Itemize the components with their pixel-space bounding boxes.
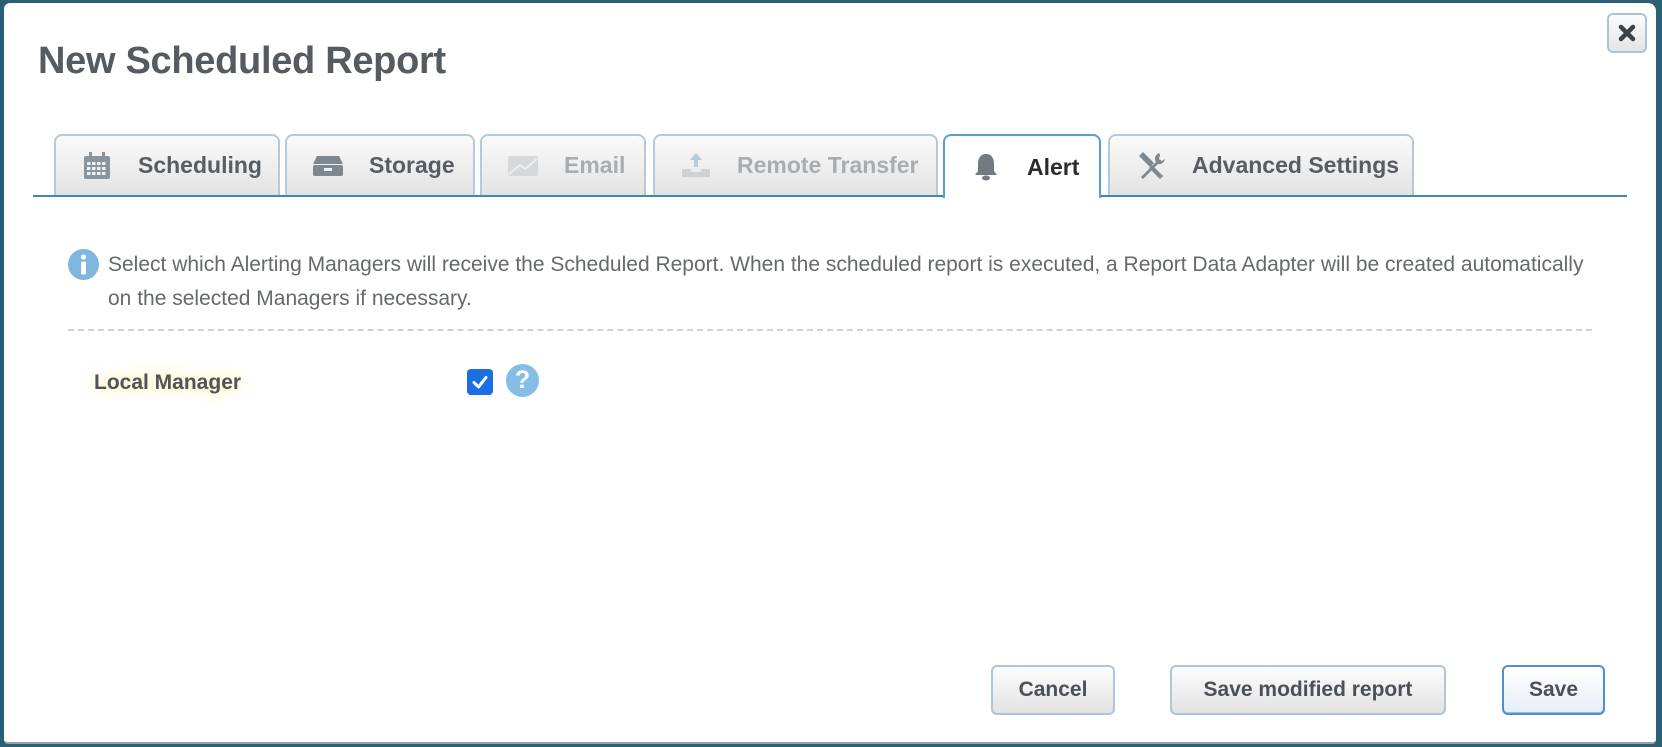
save-modified-report-button[interactable]: Save modified report xyxy=(1170,665,1446,715)
tab-label: Alert xyxy=(1027,153,1080,180)
tab-label: Storage xyxy=(369,152,455,178)
tab-storage[interactable]: Storage xyxy=(285,134,475,195)
envelope-icon xyxy=(506,151,540,181)
close-icon xyxy=(1618,24,1636,42)
drawer-icon xyxy=(311,151,345,181)
info-text: Select which Alerting Managers will rece… xyxy=(108,253,1584,310)
tab-label: Remote Transfer xyxy=(737,152,919,178)
save-button[interactable]: Save xyxy=(1502,665,1605,715)
upload-tray-icon xyxy=(679,151,713,181)
dialog-title: New Scheduled Report xyxy=(38,40,446,82)
tab-email[interactable]: Email xyxy=(480,134,646,195)
close-button[interactable] xyxy=(1607,13,1647,53)
checkmark-icon xyxy=(472,376,488,389)
tab-advanced-settings[interactable]: Advanced Settings xyxy=(1108,134,1414,195)
help-icon[interactable]: ? xyxy=(506,364,539,397)
tools-icon xyxy=(1134,151,1168,181)
bell-icon xyxy=(969,152,1003,182)
tab-bar-underline xyxy=(33,195,1627,197)
tab-label: Email xyxy=(564,152,626,178)
info-icon xyxy=(68,249,99,280)
tab-label: Advanced Settings xyxy=(1192,152,1400,178)
local-manager-label: Local Manager xyxy=(94,371,242,394)
calendar-icon xyxy=(80,151,114,181)
tab-remote-transfer[interactable]: Remote Transfer xyxy=(653,134,938,195)
tab-alert[interactable]: Alert xyxy=(943,134,1101,198)
local-manager-checkbox[interactable] xyxy=(467,369,493,395)
new-scheduled-report-dialog: New Scheduled Report Scheduling Storage … xyxy=(4,3,1656,744)
tab-label: Scheduling xyxy=(138,152,262,178)
section-divider xyxy=(68,329,1592,331)
tab-scheduling[interactable]: Scheduling xyxy=(54,134,280,195)
cancel-button[interactable]: Cancel xyxy=(991,665,1115,715)
